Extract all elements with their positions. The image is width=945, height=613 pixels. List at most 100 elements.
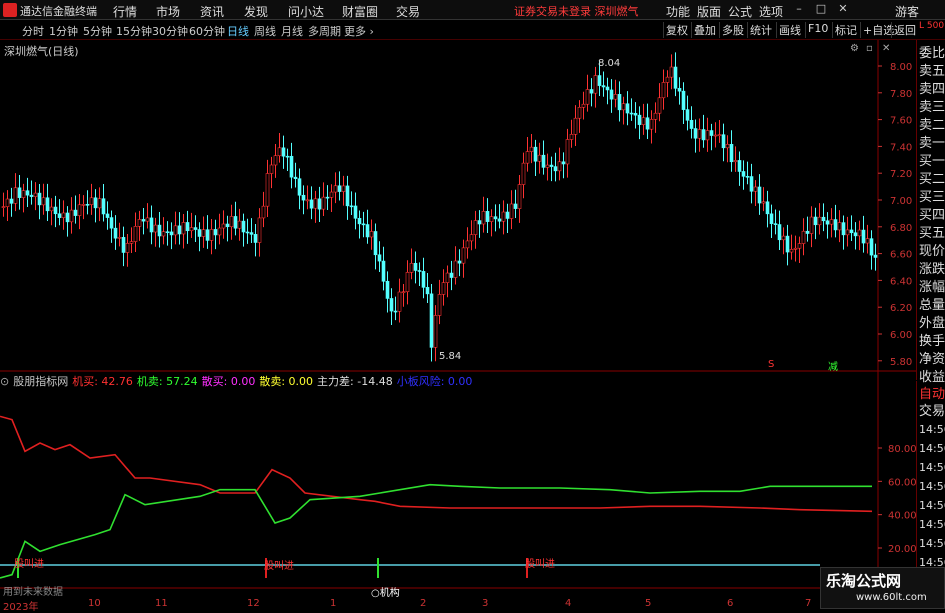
biaoji-button[interactable]: 标记: [832, 22, 857, 38]
candle-body: [309, 199, 314, 209]
candle-body: [177, 225, 182, 235]
candle-body: [265, 173, 270, 207]
candle-body: [681, 90, 686, 110]
date-label: 2: [420, 598, 427, 609]
candle-body: [833, 219, 838, 231]
time-item: 14:56: [919, 461, 945, 474]
period-1min[interactable]: 1分钟: [49, 23, 78, 39]
candle-body: [429, 293, 434, 348]
period-daily[interactable]: 日线: [227, 23, 249, 39]
candle-body: [245, 231, 250, 234]
huaxian-button[interactable]: 画线: [776, 22, 801, 38]
candle-body: [133, 225, 138, 242]
time-item: 14:56: [919, 480, 945, 493]
candle-body: [173, 225, 178, 236]
maximize-icon[interactable]: □: [814, 2, 828, 16]
menu-xuanxiang[interactable]: 选项: [759, 3, 783, 20]
candle-body: [865, 238, 870, 244]
indicator-collapse-icon[interactable]: ⊙: [0, 375, 9, 388]
candle-body: [873, 254, 878, 258]
candle-body: [85, 204, 90, 206]
menu-gongshi[interactable]: 公式: [728, 3, 752, 20]
menu-banmian[interactable]: 版面: [697, 3, 721, 20]
candle-body: [341, 185, 346, 192]
menu-gongneng[interactable]: 功能: [666, 3, 690, 20]
candle-body: [153, 224, 158, 233]
candle-body: [857, 229, 862, 237]
quote-item: 卖三: [919, 100, 945, 115]
candle-body: [305, 199, 310, 202]
menu-shichang[interactable]: 市场: [156, 3, 180, 20]
candle-body: [5, 198, 10, 207]
menu-jiaoyi[interactable]: 交易: [396, 3, 420, 20]
candle-body: [285, 155, 290, 158]
candle-body: [257, 217, 262, 243]
period-30min[interactable]: 30分钟: [152, 23, 188, 39]
watermark-url: www.60lt.com: [856, 592, 927, 603]
candle-body: [845, 229, 850, 236]
candle-body: [53, 206, 58, 215]
mark-s: S: [768, 359, 775, 370]
indicator-value: 散卖: 0.00: [259, 375, 314, 388]
login-warning[interactable]: 证券交易未登录 深圳燃气: [514, 3, 639, 19]
candle-body: [209, 229, 214, 241]
candle-body: [129, 241, 134, 244]
date-label: 4: [565, 598, 572, 609]
candle-body: [325, 196, 330, 199]
quote-item: 现价: [919, 244, 945, 259]
date-label: 3: [482, 598, 489, 609]
candle-body: [217, 227, 222, 236]
candle-body: [165, 231, 170, 233]
candle-body: [841, 222, 846, 236]
candle-body: [817, 216, 822, 226]
candle-body: [641, 117, 646, 125]
minimize-icon[interactable]: –: [792, 2, 806, 16]
period-60min[interactable]: 60分钟: [189, 23, 225, 39]
candle-body: [561, 161, 566, 165]
candle-body: [61, 212, 66, 218]
period-fenshi[interactable]: 分时: [22, 23, 44, 39]
candle-body: [397, 291, 402, 312]
add-watchlist-button[interactable]: +自选: [860, 22, 894, 38]
diejia-button[interactable]: 叠加: [691, 22, 716, 38]
menu-hangqing[interactable]: 行情: [113, 3, 137, 20]
candle-body: [121, 237, 126, 253]
candle-body: [797, 243, 802, 249]
menu-faxian[interactable]: 发现: [244, 3, 268, 20]
candle-body: [673, 66, 678, 89]
candle-body: [17, 187, 22, 198]
duogu-button[interactable]: 多股: [719, 22, 744, 38]
tongji-button[interactable]: 统计: [747, 22, 772, 38]
indicator-value: 机买: 42.76: [72, 375, 133, 388]
candle-body: [529, 146, 534, 152]
period-multi[interactable]: 多周期: [308, 23, 341, 39]
back-button[interactable]: 返回: [891, 22, 916, 38]
indicator-lines: [0, 415, 873, 579]
period-more[interactable]: 更多 ›: [344, 23, 374, 39]
candle-body: [697, 129, 702, 139]
period-5min[interactable]: 5分钟: [83, 23, 112, 39]
menu-zixun[interactable]: 资讯: [200, 3, 224, 20]
period-15min[interactable]: 15分钟: [116, 23, 152, 39]
candle-body: [337, 185, 342, 192]
trade-button[interactable]: 交易: [919, 403, 945, 421]
guest-button[interactable]: 游客: [895, 3, 919, 20]
close-icon[interactable]: ✕: [836, 2, 850, 16]
indicator-value: 主力差: -14.48: [317, 375, 393, 388]
candle-body: [301, 194, 306, 201]
period-monthly[interactable]: 月线: [281, 23, 303, 39]
candle-body: [693, 128, 698, 139]
fuquan-button[interactable]: 复权: [663, 22, 688, 38]
menu-caifuquan[interactable]: 财富圈: [342, 3, 378, 20]
period-weekly[interactable]: 周线: [254, 23, 276, 39]
f10-button[interactable]: F10: [805, 22, 828, 38]
indicator-value: 小板风险: 0.00: [396, 375, 473, 388]
auto-button[interactable]: 自动: [919, 386, 945, 404]
candle-body: [705, 130, 710, 141]
candle-body: [77, 204, 82, 216]
indicator-name[interactable]: 股朋指标网: [13, 373, 68, 389]
candle-body: [45, 197, 50, 212]
candle-body: [413, 262, 418, 271]
candle-body: [521, 162, 526, 185]
menu-wenxiaoda[interactable]: 问小达: [288, 3, 324, 20]
